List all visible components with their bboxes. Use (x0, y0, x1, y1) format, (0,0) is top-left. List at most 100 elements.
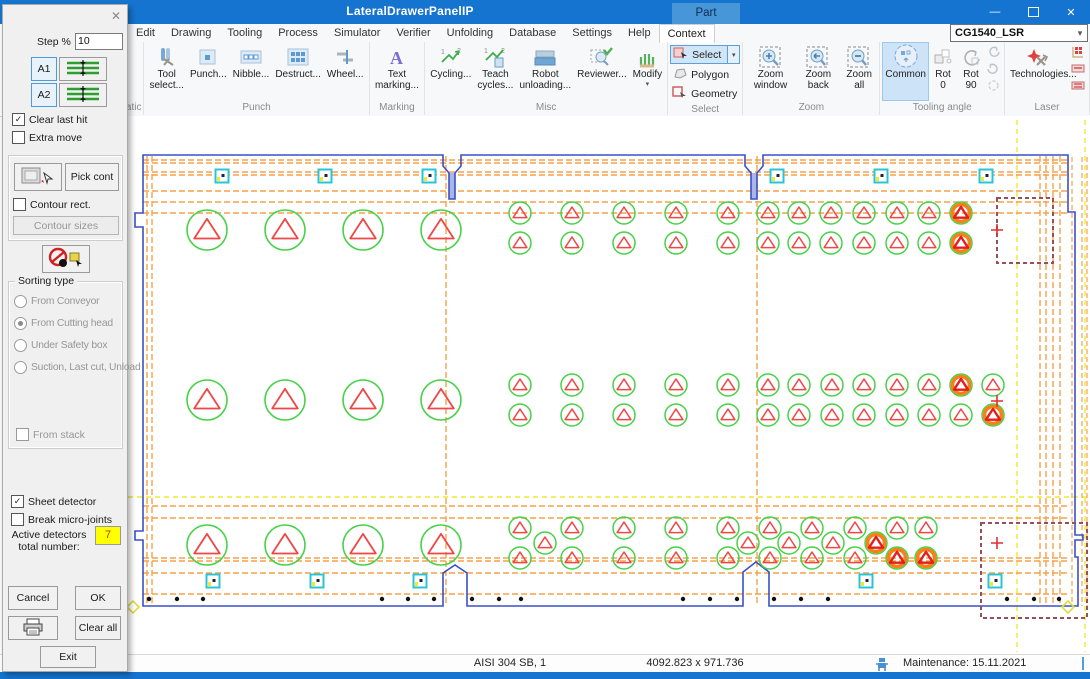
micro-joint-mark (415, 582, 418, 586)
radio-from-conveyor[interactable]: From Conveyor (14, 290, 140, 312)
rot-90-button[interactable]: Rot 90 (957, 42, 985, 101)
teach-cycles-button[interactable]: 12Teach cycles... (474, 42, 516, 101)
punch-button[interactable]: Punch... (187, 42, 230, 101)
window-bottom-edge (0, 672, 1090, 679)
chevron-down-icon[interactable]: ▾ (1073, 28, 1087, 39)
menu-simulator[interactable]: Simulator (326, 24, 388, 42)
rotate-180-icon[interactable] (986, 77, 1001, 94)
menu-context[interactable]: Context (659, 24, 715, 43)
contour-rect-checkbox[interactable]: Contour rect. (13, 198, 91, 211)
break-micro-joints-checkbox[interactable]: Break micro-joints (11, 513, 112, 526)
common-button[interactable]: Common (882, 42, 929, 101)
radio-under-safety-box[interactable]: Under Safety box (14, 334, 140, 356)
menu-help[interactable]: Help (620, 24, 659, 42)
ribbon-group-label-misc: Misc (427, 101, 665, 115)
ribbon-group-tooling-angle: CommonRot 0Rot 90Tooling angle (880, 42, 1005, 115)
destruct-button[interactable]: Destruct... (272, 42, 324, 101)
robot-unloading-button[interactable]: Robot unloading... (516, 42, 574, 101)
menu-settings[interactable]: Settings (564, 24, 620, 42)
menu-database[interactable]: Database (501, 24, 564, 42)
sheet-detector-checkbox[interactable]: ✓Sheet detector (11, 495, 96, 508)
rot-0-button[interactable]: Rot 0 (929, 42, 957, 101)
suction-triangle (565, 522, 579, 533)
from-stack-checkbox[interactable]: From stack (16, 428, 85, 441)
polygon-button[interactable]: Polygon (670, 66, 740, 83)
suction-cup-small (788, 232, 810, 254)
suction-triangle (513, 207, 527, 218)
suction-triangle (194, 534, 220, 554)
suction-triangle (761, 207, 775, 218)
print-button[interactable] (8, 616, 58, 640)
laser-grid-icon[interactable] (1070, 43, 1086, 60)
text-marking-button[interactable]: AText marking... (372, 42, 423, 101)
machine-selector[interactable]: CG1540_LSR ▾ (950, 24, 1088, 42)
step-input[interactable]: 10 (75, 33, 123, 50)
rotate-ccw-icon[interactable] (986, 60, 1001, 77)
contour-sizes-button[interactable]: Contour sizes (13, 216, 119, 235)
suction-triangle (565, 409, 579, 420)
suction-triangle (350, 219, 376, 239)
extra-move-checkbox[interactable]: Extra move (12, 131, 82, 144)
menu-unfolding[interactable]: Unfolding (439, 24, 501, 42)
dialog-close-icon[interactable]: ✕ (111, 9, 121, 23)
sorting-type-label: Sorting type (15, 275, 77, 287)
reviewer-button[interactable]: Reviewer... (574, 42, 629, 101)
radio-suction-last-cut-unload[interactable]: Suction, Last cut, Unload (14, 356, 140, 378)
wheel-button[interactable]: Wheel... (324, 42, 367, 101)
micro-joint-dot (881, 174, 884, 177)
context-tab-group-part[interactable]: Part (672, 3, 740, 24)
suction-triangle (721, 237, 735, 248)
suction-cup-small (717, 404, 739, 426)
menu-tooling[interactable]: Tooling (219, 24, 270, 42)
maximize-button[interactable] (1014, 0, 1052, 24)
suction-triangle (272, 219, 298, 239)
cancel-button[interactable]: Cancel (8, 586, 58, 610)
suction-cup-small (915, 517, 937, 539)
suction-triangle (272, 534, 298, 554)
suction-triangle (761, 379, 775, 390)
remove-suction-button[interactable] (42, 245, 90, 273)
drawing-canvas[interactable] (127, 116, 1090, 654)
suction-triangle (857, 237, 871, 248)
a2-button[interactable]: A2 (31, 83, 57, 107)
rotate-cw-icon[interactable] (986, 43, 1001, 60)
ok-button[interactable]: OK (75, 586, 121, 610)
sorting-groupbox: Sorting type From ConveyorFrom Cutting h… (8, 281, 123, 449)
radio-from-cutting-head[interactable]: From Cutting head (14, 312, 140, 334)
chevron-down-icon[interactable]: ▾ (727, 46, 739, 63)
pick-rect-button[interactable] (14, 163, 62, 191)
minimize-button[interactable]: — (976, 0, 1014, 24)
zoom-window-button[interactable]: Zoom window (745, 42, 795, 101)
a2-align-button[interactable] (59, 83, 107, 107)
menu-process[interactable]: Process (270, 24, 326, 42)
menu-edit[interactable]: Edit (128, 24, 163, 42)
pick-cont-button[interactable]: Pick cont (65, 163, 119, 191)
suction-triangle (919, 522, 933, 533)
suction-cup-small (561, 404, 583, 426)
geometry-button[interactable]: Geometry (670, 85, 740, 102)
a1-button[interactable]: A1 (31, 57, 57, 81)
zoom-all-icon (846, 45, 872, 69)
suction-triangle (857, 207, 871, 218)
select-button[interactable]: Select▾ (670, 45, 740, 64)
suction-cup-small (886, 404, 908, 426)
tool-select-button[interactable]: Tool select... (146, 42, 186, 101)
zoom-back-button[interactable]: Zoom back (796, 42, 841, 101)
menu-verifier[interactable]: Verifier (388, 24, 438, 42)
laser-row2-icon[interactable] (1070, 77, 1086, 94)
close-button[interactable]: ✕ (1052, 0, 1090, 24)
menu-drawing[interactable]: Drawing (163, 24, 219, 42)
suction-cup-small (717, 374, 739, 396)
nibble-button[interactable]: Nibble... (230, 42, 273, 101)
a1-align-button[interactable] (59, 57, 107, 81)
suction-triangle (824, 237, 838, 248)
clear-all-button[interactable]: Clear all (75, 616, 121, 640)
zoom-all-button[interactable]: Zoom all (841, 42, 877, 101)
clear-last-hit-checkbox[interactable]: ✓Clear last hit (12, 113, 87, 126)
chevron-down-icon[interactable]: ▾ (646, 81, 650, 88)
cycling-button[interactable]: 12Cycling... (427, 42, 474, 101)
modify-button[interactable]: Modify▾ (630, 42, 665, 101)
technologies-button[interactable]: Technologies... (1007, 42, 1069, 101)
laser-row-icon[interactable] (1070, 60, 1086, 77)
exit-button[interactable]: Exit (40, 646, 96, 668)
